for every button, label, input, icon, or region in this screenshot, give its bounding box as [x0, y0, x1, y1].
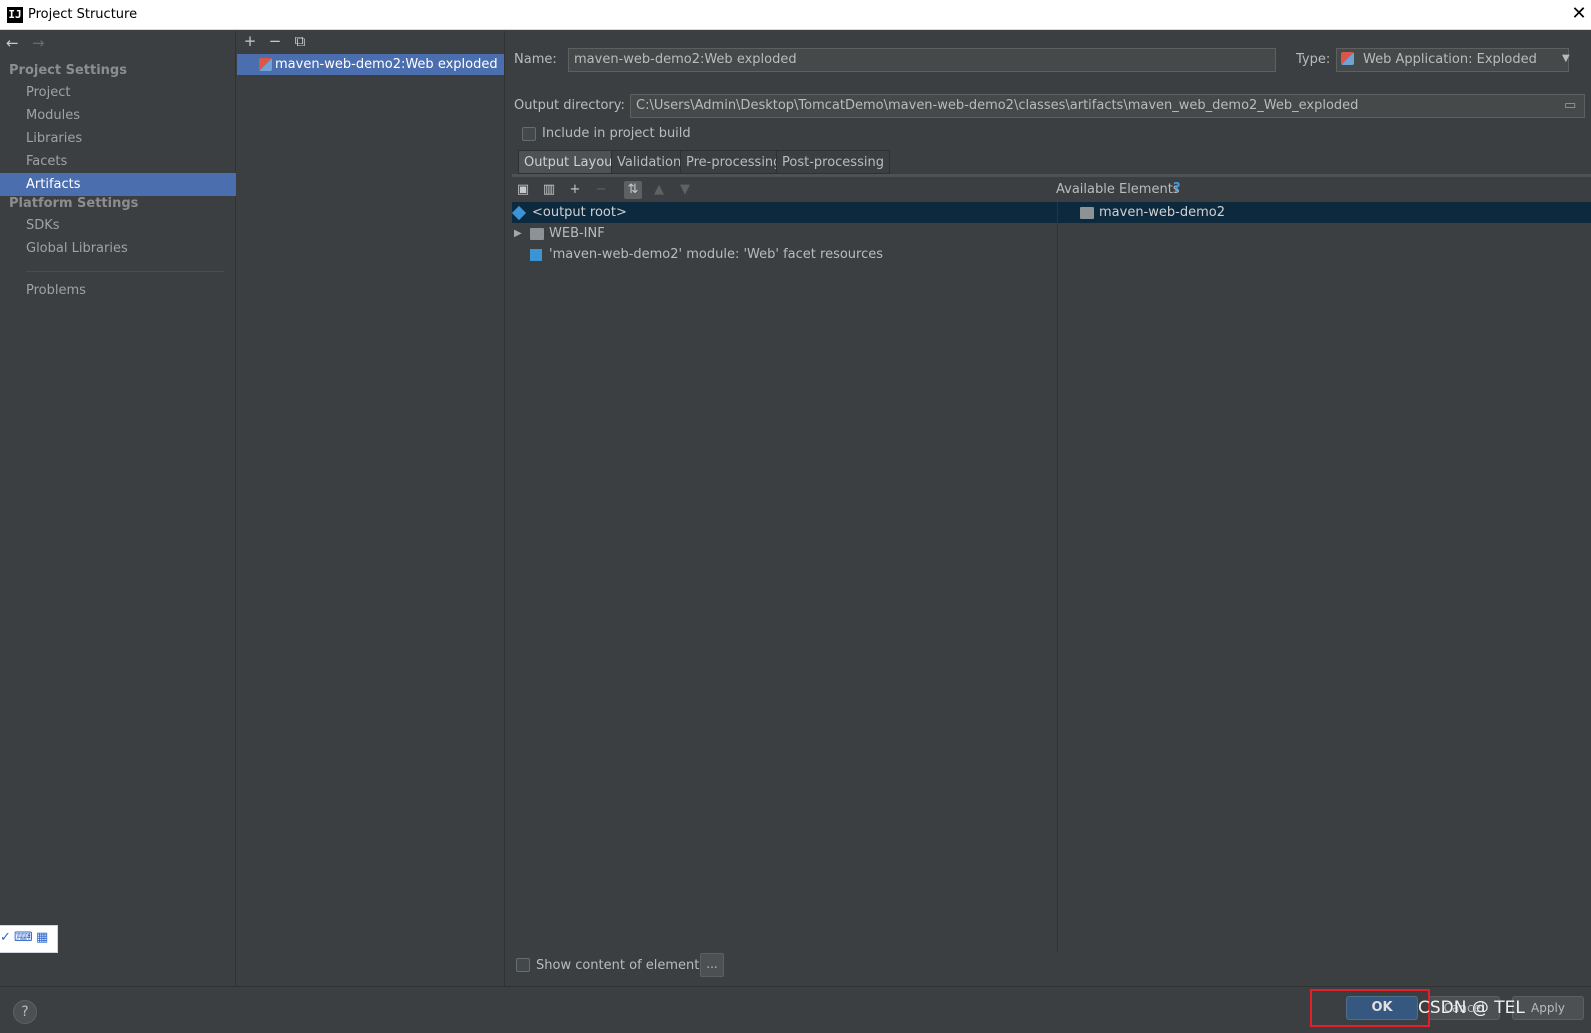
- new-directory-icon[interactable]: ▣: [514, 181, 532, 199]
- name-input[interactable]: maven-web-demo2:Web exploded: [568, 48, 1276, 72]
- back-arrow-icon[interactable]: ←: [6, 35, 22, 51]
- nav-item-problems[interactable]: Problems: [0, 279, 236, 302]
- chevron-down-icon[interactable]: ▼: [1562, 52, 1574, 66]
- forward-arrow-icon[interactable]: →: [32, 35, 48, 51]
- output-layout-tree: <output root> ▶ WEB-INF 'maven-web-demo2…: [511, 202, 1057, 952]
- web-artifact-icon: [259, 58, 272, 71]
- apps-grid-icon[interactable]: ▦: [36, 930, 48, 945]
- move-up-icon[interactable]: ▲: [650, 181, 668, 199]
- nav-item-facets[interactable]: Facets: [0, 150, 236, 173]
- folder-icon: [530, 228, 544, 240]
- artifact-list-panel: + − ⧉ maven-web-demo2:Web exploded: [237, 31, 505, 986]
- output-root-icon: [511, 205, 527, 221]
- nav-header-platform-settings: Platform Settings: [9, 196, 139, 211]
- available-elements-tree: maven-web-demo2: [1057, 202, 1591, 952]
- nav-item-artifacts[interactable]: Artifacts: [0, 173, 236, 196]
- tab-post-processing[interactable]: Post-processing: [776, 150, 890, 174]
- output-directory-label: Output directory:: [514, 98, 625, 113]
- help-button[interactable]: ?: [13, 1000, 37, 1024]
- module-folder-icon: [1080, 207, 1094, 219]
- ime-toolbar: ✓ ⌨ ▦: [0, 925, 58, 953]
- show-content-options-button[interactable]: ...: [700, 953, 724, 977]
- show-content-label: Show content of elements: [536, 958, 707, 973]
- tab-validation[interactable]: Validation: [611, 150, 688, 174]
- web-artifact-icon: [1341, 52, 1354, 65]
- project-structure-dialog: IJ Project Structure ✕ ← → Project Setti…: [0, 0, 1591, 1033]
- nav-item-project[interactable]: Project: [0, 81, 236, 104]
- copy-artifact-button[interactable]: ⧉: [291, 32, 309, 50]
- help-icon[interactable]: ?: [1173, 181, 1181, 196]
- available-elements-label: Available Elements: [1056, 182, 1180, 197]
- nav-item-modules[interactable]: Modules: [0, 104, 236, 127]
- add-element-icon[interactable]: +: [566, 181, 584, 199]
- artifact-item[interactable]: maven-web-demo2:Web exploded: [237, 54, 504, 75]
- window-title: Project Structure: [28, 7, 138, 22]
- settings-nav: ← → Project Settings Project Modules Lib…: [0, 31, 236, 986]
- nav-separator: [26, 271, 224, 272]
- ok-highlight-box: [1310, 989, 1430, 1027]
- title-bar: IJ Project Structure ✕: [0, 0, 1591, 30]
- nav-item-libraries[interactable]: Libraries: [0, 127, 236, 150]
- type-label: Type:: [1296, 52, 1331, 67]
- tree-row-web-facet-resources[interactable]: 'maven-web-demo2' module: 'Web' facet re…: [512, 244, 1057, 265]
- web-resource-icon: [530, 249, 542, 261]
- add-artifact-button[interactable]: +: [241, 32, 259, 50]
- nav-item-sdks[interactable]: SDKs: [0, 214, 236, 237]
- tab-pre-processing[interactable]: Pre-processing: [680, 150, 788, 174]
- remove-artifact-button[interactable]: −: [266, 32, 284, 50]
- tree-row-output-root[interactable]: <output root>: [511, 202, 1057, 223]
- include-in-build-label: Include in project build: [542, 126, 691, 141]
- ime-mode-icon[interactable]: ✓: [0, 930, 11, 945]
- intellij-icon: IJ: [7, 7, 23, 23]
- remove-element-icon[interactable]: −: [592, 181, 610, 199]
- close-icon[interactable]: ✕: [1568, 3, 1590, 25]
- sort-elements-icon[interactable]: ⇅: [624, 181, 642, 199]
- keyboard-icon[interactable]: ⌨: [14, 930, 33, 945]
- name-label: Name:: [514, 52, 557, 67]
- create-archive-icon[interactable]: ▥: [540, 181, 558, 199]
- type-select[interactable]: Web Application: Exploded: [1336, 48, 1569, 72]
- watermark: CSDN @ TEL: [1418, 998, 1525, 1018]
- nav-header-project-settings: Project Settings: [9, 63, 127, 78]
- expand-arrow-icon[interactable]: ▶: [514, 223, 522, 244]
- include-in-build-checkbox[interactable]: [522, 127, 536, 141]
- tab-output-layout[interactable]: Output Layout: [518, 150, 624, 174]
- output-directory-input[interactable]: C:\Users\Admin\Desktop\TomcatDemo\maven-…: [630, 94, 1585, 118]
- move-down-icon[interactable]: ▼: [676, 181, 694, 199]
- nav-item-global-libraries[interactable]: Global Libraries: [0, 237, 236, 260]
- folder-browse-icon[interactable]: ▭: [1564, 98, 1582, 114]
- layout-toolbar: [512, 177, 1591, 202]
- show-content-checkbox[interactable]: [516, 958, 530, 972]
- tree-row-web-inf[interactable]: ▶ WEB-INF: [512, 223, 1057, 244]
- tree-row-module[interactable]: maven-web-demo2: [1058, 202, 1591, 223]
